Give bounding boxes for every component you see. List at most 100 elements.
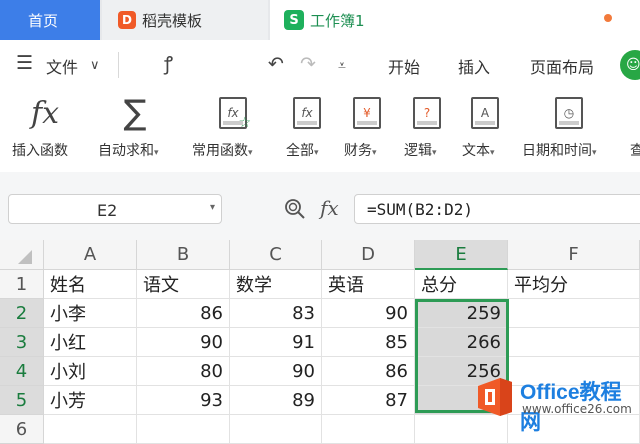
redo-icon[interactable]: ↷ — [300, 54, 316, 74]
column-header-d[interactable]: D — [322, 240, 415, 270]
cell-b3[interactable]: 90 — [137, 328, 230, 357]
row-header-6[interactable]: 6 — [0, 415, 44, 444]
common-functions-icon[interactable]: fx ☆ — [216, 96, 251, 131]
spreadsheet-logo-icon: S — [284, 10, 304, 30]
lookup-button[interactable]: 查 — [630, 140, 640, 160]
cell-b4[interactable]: 80 — [137, 357, 230, 386]
cell-f1[interactable]: 平均分 — [508, 270, 640, 299]
column-header-f[interactable]: F — [508, 240, 640, 270]
row-header-5[interactable]: 5 — [0, 386, 44, 415]
cell-b2[interactable]: 86 — [137, 299, 230, 328]
fx-icon[interactable]: fx — [320, 196, 339, 220]
cell-a5[interactable]: 小芳 — [44, 386, 137, 415]
cell-a4[interactable]: 小刘 — [44, 357, 137, 386]
all-functions-icon[interactable]: fx — [290, 96, 324, 130]
ribbon-formulas: fx 插入函数 ∑ 自动求和▾ fx ☆ 常用函数▾ fx 全部▾ ¥ 财务▾ … — [0, 90, 640, 172]
row-header-2[interactable]: 2 — [0, 299, 44, 328]
autosum-button[interactable]: 自动求和▾ — [98, 140, 159, 160]
watermark-url: www.office26.com — [522, 402, 632, 416]
caret-down-icon: ▾ — [432, 148, 437, 158]
cell-d5[interactable]: 87 — [322, 386, 415, 415]
cell-e2[interactable]: 259 — [415, 299, 508, 328]
row-header-3[interactable]: 3 — [0, 328, 44, 357]
cell-b6[interactable] — [137, 415, 230, 444]
cell-c5[interactable]: 89 — [230, 386, 322, 415]
column-header-e[interactable]: E — [415, 240, 508, 270]
insert-function-button[interactable]: 插入函数 — [12, 140, 68, 160]
unsaved-dot-icon — [604, 14, 612, 22]
zoom-icon[interactable] — [284, 198, 306, 220]
formula-input[interactable]: =SUM(B2:D2) — [354, 194, 640, 224]
finance-icon[interactable]: ¥ — [350, 96, 384, 130]
column-header-a[interactable]: A — [44, 240, 137, 270]
cell-e1[interactable]: 总分 — [415, 270, 508, 299]
name-box-value: E2 — [97, 201, 118, 220]
cell-f3[interactable] — [508, 328, 640, 357]
common-functions-button[interactable]: 常用函数▾ — [192, 140, 253, 160]
customize-toolbar-icon[interactable]: ⩡ — [338, 56, 346, 76]
formula-bar: E2 ▾ fx =SUM(B2:D2) — [0, 172, 640, 240]
logic-icon[interactable]: ? — [410, 96, 444, 130]
cell-c2[interactable]: 83 — [230, 299, 322, 328]
column-header-b[interactable]: B — [137, 240, 230, 270]
daoke-logo-icon: D — [118, 11, 136, 29]
cell-d3[interactable]: 85 — [322, 328, 415, 357]
cell-d6[interactable] — [322, 415, 415, 444]
cell-f2[interactable] — [508, 299, 640, 328]
cell-c3[interactable]: 91 — [230, 328, 322, 357]
column-header-c[interactable]: C — [230, 240, 322, 270]
caret-down-icon: ▾ — [372, 148, 377, 158]
menu-insert[interactable]: 插入 — [458, 54, 490, 78]
cell-e3[interactable]: 266 — [415, 328, 508, 357]
watermark: Office教程网 www.office26.com — [474, 372, 640, 434]
date-time-button[interactable]: 日期和时间▾ — [522, 140, 597, 160]
chevron-down-icon[interactable]: ▾ — [210, 202, 215, 213]
text-function-icon[interactable]: A — [468, 96, 502, 130]
undo-icon[interactable]: ↶ — [268, 54, 284, 74]
divider — [118, 52, 119, 78]
hamburger-menu-icon[interactable]: ☰ — [16, 53, 33, 73]
cell-d2[interactable]: 90 — [322, 299, 415, 328]
cell-d1[interactable]: 英语 — [322, 270, 415, 299]
cell-c4[interactable]: 90 — [230, 357, 322, 386]
autosum-icon[interactable]: ∑ — [118, 93, 152, 133]
file-menu[interactable]: 文件 — [46, 54, 78, 78]
tab-home[interactable]: 首页 — [0, 0, 100, 40]
cell-a1[interactable]: 姓名 — [44, 270, 137, 299]
tab-workbook[interactable]: S 工作簿1 — [270, 0, 640, 40]
tab-daoke-label: 稻壳模板 — [142, 11, 203, 30]
user-avatar[interactable]: ☺ — [620, 50, 640, 80]
date-time-icon[interactable]: ◷ — [552, 96, 586, 130]
menu-page-layout[interactable]: 页面布局 — [530, 54, 594, 78]
finance-button[interactable]: 财务▾ — [344, 140, 377, 160]
row-header-4[interactable]: 4 — [0, 357, 44, 386]
row-header-1[interactable]: 1 — [0, 270, 44, 299]
cell-c6[interactable] — [230, 415, 322, 444]
text-function-button[interactable]: 文本▾ — [462, 140, 495, 160]
caret-down-icon: ▾ — [154, 148, 159, 158]
name-box[interactable]: E2 ▾ — [8, 194, 222, 224]
cell-a3[interactable]: 小红 — [44, 328, 137, 357]
cell-d4[interactable]: 86 — [322, 357, 415, 386]
tab-home-label: 首页 — [28, 11, 59, 30]
logic-button[interactable]: 逻辑▾ — [404, 140, 437, 160]
caret-down-icon: ▾ — [490, 148, 495, 158]
select-all-corner[interactable] — [0, 240, 44, 270]
chevron-down-icon[interactable]: ∨ — [90, 56, 100, 76]
format-painter-icon[interactable]: ꝭ — [164, 54, 173, 74]
cell-a6[interactable] — [44, 415, 137, 444]
caret-down-icon: ▾ — [592, 148, 597, 158]
cell-b1[interactable]: 语文 — [137, 270, 230, 299]
tab-daoke-templates[interactable]: D 稻壳模板 — [102, 0, 268, 40]
tab-workbook-label: 工作簿1 — [310, 11, 365, 30]
menu-start[interactable]: 开始 — [388, 54, 420, 78]
office-logo-icon — [478, 378, 512, 416]
menu-bar: ☰ 文件 ∨ ꝭ ↶ ↷ ⩡ 开始 插入 页面布局 ☺ — [0, 40, 640, 115]
cell-c1[interactable]: 数学 — [230, 270, 322, 299]
all-functions-button[interactable]: 全部▾ — [286, 140, 319, 160]
insert-function-icon[interactable]: fx — [28, 96, 62, 131]
caret-down-icon: ▾ — [248, 148, 253, 158]
caret-down-icon: ▾ — [314, 148, 319, 158]
cell-b5[interactable]: 93 — [137, 386, 230, 415]
cell-a2[interactable]: 小李 — [44, 299, 137, 328]
